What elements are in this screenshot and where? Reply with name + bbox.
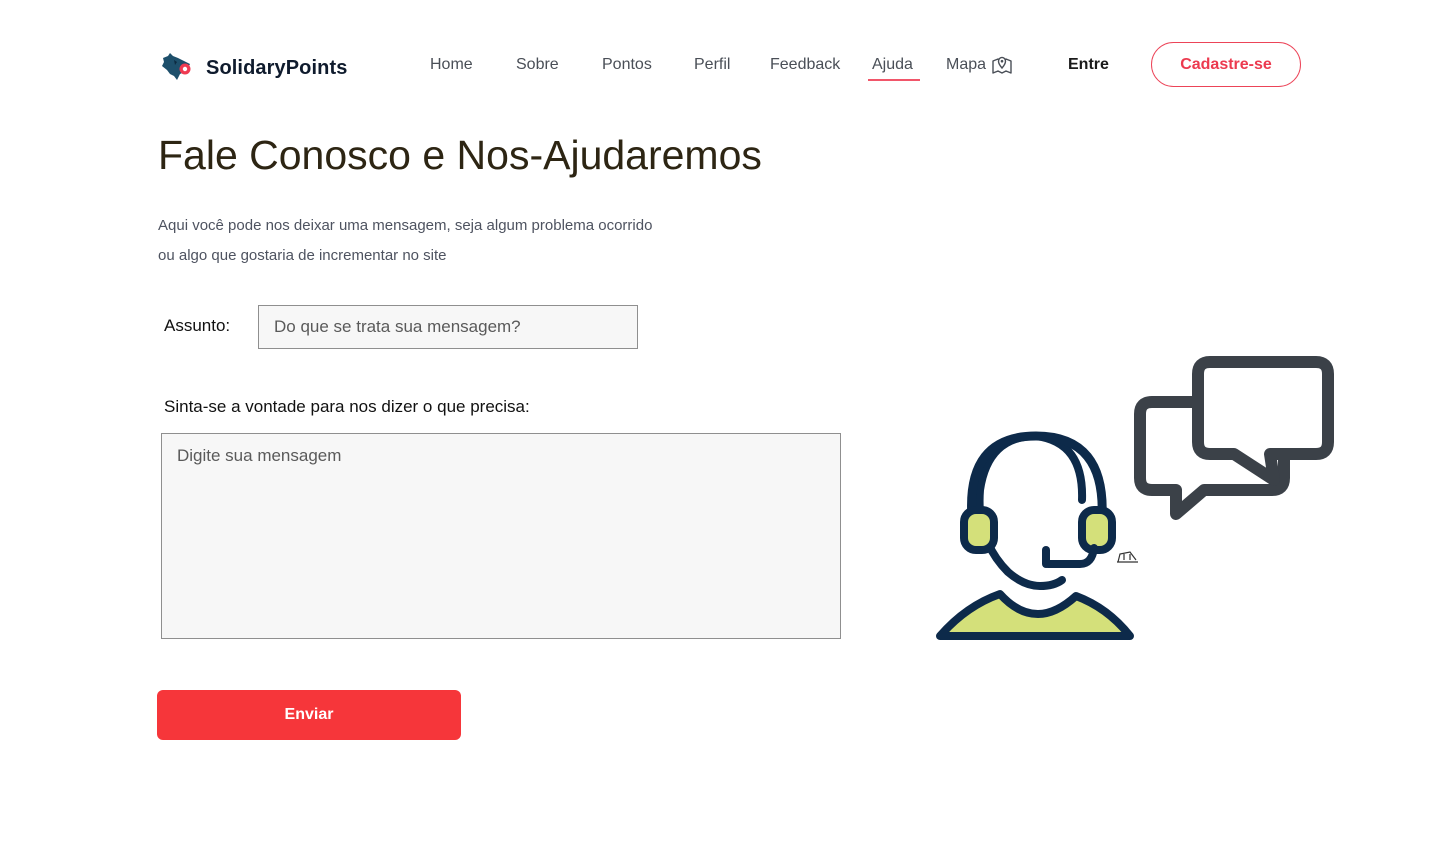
logo-icon bbox=[162, 53, 191, 80]
brand-logo[interactable]: SolidaryPoints bbox=[160, 52, 347, 84]
signup-button[interactable]: Cadastre-se bbox=[1151, 42, 1301, 87]
chat-bubbles-icon bbox=[1134, 356, 1334, 520]
nav-mapa-label: Mapa bbox=[946, 56, 987, 73]
send-button[interactable]: Enviar bbox=[157, 690, 461, 740]
brand-name: SolidaryPoints bbox=[206, 56, 348, 79]
nav-mapa[interactable]: Mapa bbox=[946, 54, 1013, 76]
page-title: Fale Conosco e Nos-Ajudaremos bbox=[158, 132, 762, 178]
nav-home[interactable]: Home bbox=[430, 54, 473, 76]
message-label: Sinta-se a vontade para nos dizer o que … bbox=[164, 397, 530, 416]
intro-line-1: Aqui você pode nos deixar uma mensagem, … bbox=[158, 217, 653, 234]
message-textarea[interactable] bbox=[161, 433, 841, 639]
nav-pontos[interactable]: Pontos bbox=[602, 54, 652, 76]
nav-feedback[interactable]: Feedback bbox=[770, 54, 840, 76]
intro-line-2: ou algo que gostaria de incrementar no s… bbox=[158, 247, 447, 264]
login-link[interactable]: Entre bbox=[1068, 54, 1109, 76]
map-pin-icon bbox=[992, 56, 1012, 74]
intro-text: Aqui você pode nos deixar uma mensagem, … bbox=[158, 211, 758, 271]
subject-label: Assunto: bbox=[164, 316, 231, 335]
nav-ajuda[interactable]: Ajuda bbox=[868, 54, 920, 81]
nav-perfil[interactable]: Perfil bbox=[694, 54, 730, 76]
nav-sobre[interactable]: Sobre bbox=[516, 54, 559, 76]
subject-input[interactable] bbox=[258, 305, 638, 349]
customer-support-icon bbox=[936, 356, 1334, 640]
